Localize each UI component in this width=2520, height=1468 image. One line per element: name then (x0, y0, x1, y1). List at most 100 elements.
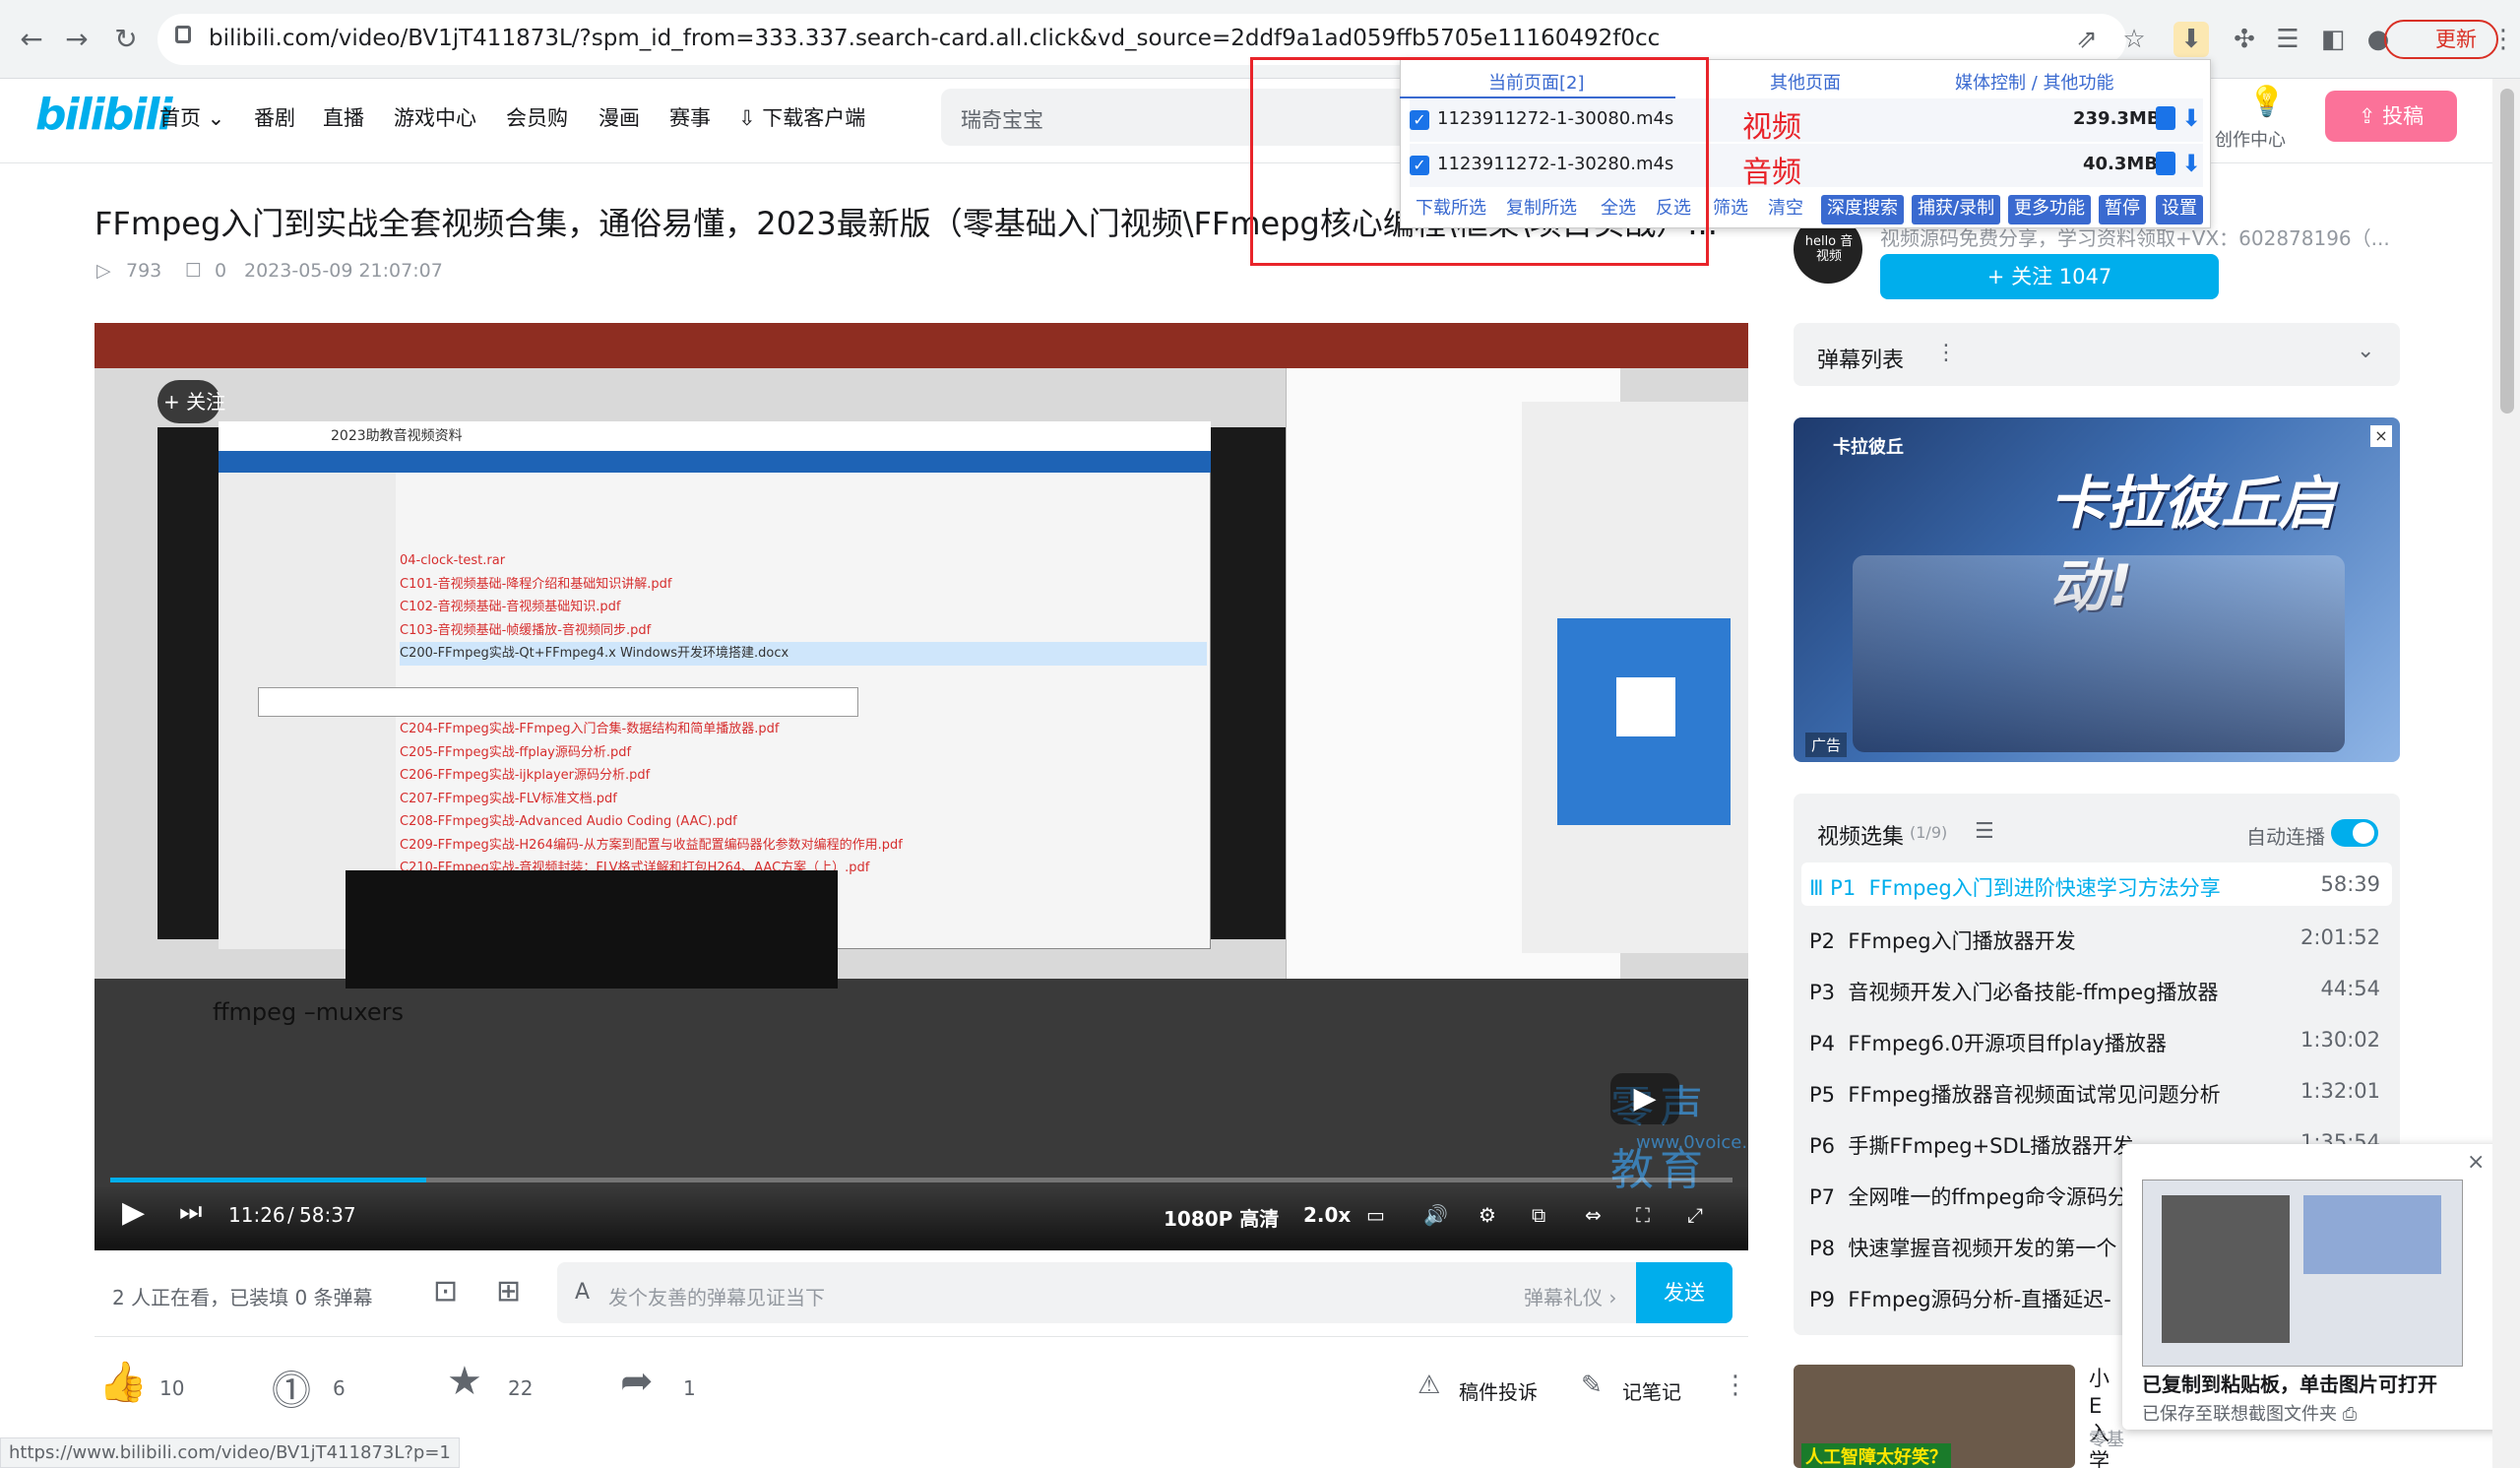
speed-button[interactable]: 2.0x (1303, 1203, 1351, 1227)
danmaku-etiquette-link[interactable]: 弹幕礼仪 › (1524, 1282, 1616, 1310)
playlist-item[interactable]: P9 FFmpeg源码分析-直播延迟- (1809, 1284, 2124, 1313)
follow-button[interactable]: + 关注 1047 (1880, 254, 2219, 299)
menu-kebab-icon[interactable]: ⋮ (2490, 22, 2516, 57)
settings-gear-icon[interactable]: ⚙ (1479, 1203, 1496, 1227)
danmaku-count: 0 (215, 260, 227, 282)
note-icon[interactable]: ✎ (1581, 1371, 1603, 1400)
ext-select-all[interactable]: 全选 (1595, 195, 1642, 224)
fullscreen-icon[interactable]: ⤢ (1687, 1203, 1703, 1227)
explorer-ribbon (219, 451, 1211, 473)
ext-checkbox[interactable]: ✓ (1410, 110, 1429, 130)
favorite-star-icon[interactable]: ★ (447, 1359, 482, 1404)
danmaku-icon: ☐ (185, 260, 203, 282)
like-icon[interactable]: 👍 (98, 1359, 148, 1405)
nav-mall[interactable]: 会员购 (506, 102, 568, 132)
volume-icon[interactable]: 🔊 (1423, 1203, 1448, 1227)
ext-deep-search[interactable]: 深度搜索 (1821, 195, 1904, 224)
playlist-count: (1/9) (1910, 823, 1948, 842)
file-row: C205-FFmpeg实战-ffplay源码分析.pdf (400, 744, 632, 760)
more-kebab-icon[interactable]: ⋮ (1723, 1371, 1748, 1400)
extension-active-icon[interactable]: ⬇ (2174, 22, 2209, 57)
ext-more-features[interactable]: 更多功能 (2008, 195, 2091, 224)
report-warning-icon[interactable]: ⚠ (1418, 1371, 1440, 1400)
notes-link[interactable]: 记笔记 (1622, 1376, 1681, 1405)
reload-icon[interactable]: ↻ (108, 22, 144, 57)
video-player[interactable]: + 关注 2023助教音视频资料 04-clock-test.rar C101-… (94, 323, 1748, 1250)
nav-download-client[interactable]: ⇩ 下载客户端 (738, 102, 865, 132)
ad-characters (1853, 555, 2345, 752)
search-placeholder: 瑞奇宝宝 (961, 108, 1043, 132)
toast-subtitle[interactable]: 已保存至联想截图文件夹 ⎙ (2142, 1400, 2357, 1426)
danmaku-toggle-icon[interactable]: ▭ (1366, 1203, 1385, 1227)
send-danmaku-button[interactable]: 发送 (1636, 1262, 1732, 1323)
share-icon[interactable]: ⇗ (2069, 22, 2105, 57)
text-style-icon[interactable]: A (575, 1280, 590, 1305)
scrollbar-thumb[interactable] (2500, 89, 2514, 414)
bookmark-star-icon[interactable]: ☆ (2116, 22, 2152, 57)
chevron-down-icon[interactable]: ⌄ (2357, 339, 2374, 363)
bilibili-logo[interactable]: bilibili (35, 90, 172, 140)
nav-esports[interactable]: 赛事 (669, 102, 711, 132)
ad-banner[interactable]: 卡拉彼丘 卡拉彼丘启动! × (1794, 417, 2400, 762)
quality-button[interactable]: 1080P 高清 (1164, 1203, 1279, 1232)
url-text[interactable]: bilibili.com/video/BV1jT411873L/?spm_id_… (209, 26, 1660, 51)
play-icon[interactable]: ▶ (122, 1195, 145, 1230)
update-button[interactable]: 更新 (2384, 20, 2498, 59)
download-icon[interactable]: ⬇ (2181, 104, 2201, 132)
side-panel-icon[interactable]: ◧ (2315, 22, 2351, 57)
coin-icon[interactable]: ⓵ (272, 1359, 311, 1416)
pip-icon[interactable]: ⧉ (1532, 1203, 1545, 1227)
ext-tab-media[interactable]: 媒体控制 / 其他功能 (1955, 69, 2114, 95)
follow-overlay[interactable]: + 关注 (163, 386, 225, 415)
list-view-icon[interactable]: ☰ (1975, 819, 1994, 844)
playlist-item[interactable]: P7 全网唯一的ffmpeg命令源码分 (1809, 1181, 2124, 1211)
ext-clear[interactable]: 清空 (1762, 195, 1809, 224)
danmaku-list-more-icon[interactable]: ⋮ (1935, 341, 1957, 365)
share-arrow-icon[interactable]: ➦ (620, 1359, 654, 1404)
extensions-puzzle-icon[interactable]: ✣ (2227, 22, 2262, 57)
copy-icon[interactable] (2156, 152, 2175, 175)
danmaku-settings-icon[interactable]: ⊞ (496, 1274, 521, 1308)
lock-icon[interactable] (175, 26, 191, 43)
explorer-folder-title: 2023助教音视频资料 (331, 428, 463, 444)
ext-tab-other[interactable]: 其他页面 (1770, 69, 1841, 95)
ext-pause[interactable]: 暂停 (2099, 195, 2146, 224)
reading-list-icon[interactable]: ☰ (2270, 22, 2305, 57)
toast-close-icon[interactable]: × (2467, 1150, 2485, 1175)
ext-tab-current[interactable]: 当前页面[2] (1488, 69, 1585, 95)
ext-capture-record[interactable]: 捕获/录制 (1912, 195, 2001, 224)
forward-icon[interactable]: → (59, 22, 94, 57)
next-icon[interactable]: ⏭ (179, 1197, 202, 1228)
bilibili-tv-icon[interactable]: ▶ (1610, 1073, 1679, 1124)
current-time: 11:26 (228, 1203, 285, 1227)
nav-live[interactable]: 直播 (323, 102, 364, 132)
creator-bulb-icon[interactable]: 💡 (2248, 85, 2285, 119)
file-row: C206-FFmpeg实战-ijkplayer源码分析.pdf (400, 768, 651, 783)
ext-copy-selected[interactable]: 复制所选 (1500, 195, 1583, 224)
nav-home[interactable]: 首页 ⌄ (159, 102, 224, 132)
avatar-text: hello 音视频 (1804, 234, 1854, 264)
ext-download-selected[interactable]: 下载所选 (1410, 195, 1492, 224)
ext-file-name[interactable]: 1123911272-1-30080.m4s (1437, 108, 1673, 129)
recommend-title[interactable]: 小E 入学 (2089, 1365, 2122, 1468)
ad-close-icon[interactable]: × (2370, 425, 2392, 447)
wide-screen-icon[interactable]: ⇔ (1585, 1203, 1602, 1227)
report-link[interactable]: 稿件投诉 (1459, 1376, 1538, 1405)
nav-anime[interactable]: 番剧 (254, 102, 295, 132)
nav-manga[interactable]: 漫画 (598, 102, 640, 132)
download-icon[interactable]: ⬇ (2181, 150, 2201, 177)
ext-checkbox[interactable]: ✓ (1410, 156, 1429, 175)
nav-game-center[interactable]: 游戏中心 (394, 102, 476, 132)
ext-filter[interactable]: 筛选 (1707, 195, 1754, 224)
file-row: C208-FFmpeg实战-Advanced Audio Coding (AAC… (400, 814, 737, 829)
web-fullscreen-icon[interactable]: ⛶ (1636, 1203, 1650, 1227)
copy-icon[interactable] (2156, 106, 2175, 130)
upload-button[interactable]: ⇪ 投稿 (2325, 91, 2457, 142)
creator-center-link[interactable]: 创作中心 (2215, 126, 2286, 152)
ext-invert-selection[interactable]: 反选 (1650, 195, 1697, 224)
back-icon[interactable]: ← (14, 22, 49, 57)
ext-settings[interactable]: 设置 (2156, 195, 2203, 224)
danmaku-on-icon[interactable]: ⊡ (433, 1274, 458, 1308)
playlist-item[interactable]: P8 快速掌握音视频开发的第一个 (1809, 1233, 2124, 1262)
ext-file-name[interactable]: 1123911272-1-30280.m4s (1437, 154, 1673, 174)
